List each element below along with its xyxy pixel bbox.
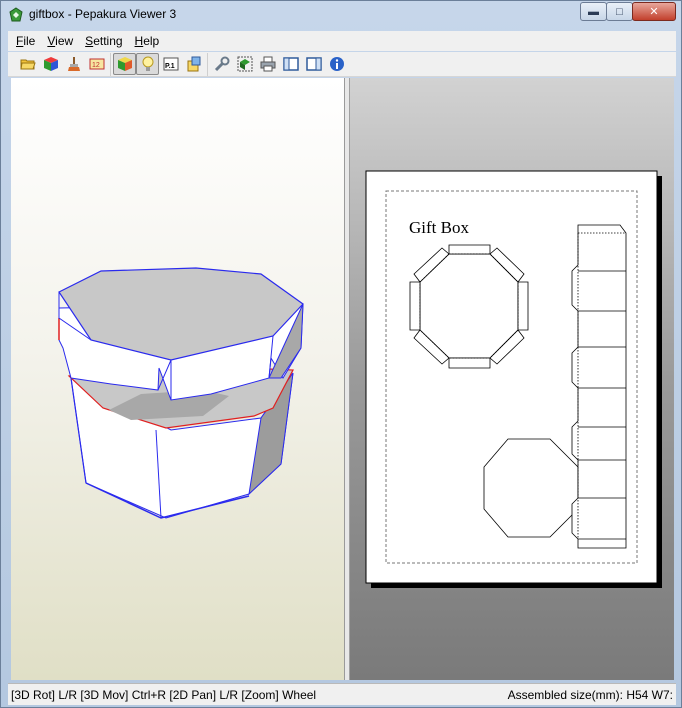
- export-icon: [187, 56, 200, 72]
- single-pane-button[interactable]: [279, 53, 302, 75]
- app-window: giftbox - Pepakura Viewer 3 ▬ □ ✕ File V…: [0, 0, 682, 708]
- lid-part: [409, 244, 529, 369]
- menu-file[interactable]: File: [10, 34, 41, 48]
- menu-setting[interactable]: Setting: [79, 34, 128, 48]
- 3d-view-pane[interactable]: [11, 78, 345, 680]
- 3d-view-toggle[interactable]: [113, 53, 136, 75]
- menu-view[interactable]: View: [41, 34, 79, 48]
- 2d-pattern-view[interactable]: Gift Box: [350, 78, 674, 680]
- maximize-icon: □: [616, 5, 623, 18]
- info-icon: [329, 57, 344, 71]
- pepakura-app-icon: [9, 7, 23, 22]
- menu-help[interactable]: Help: [129, 34, 166, 48]
- paint-brush-icon: [67, 57, 80, 71]
- title-bar[interactable]: giftbox - Pepakura Viewer 3 ▬ □ ✕: [1, 1, 681, 29]
- 3d-model-icon: [43, 57, 58, 71]
- wrench-icon: [214, 56, 229, 72]
- page-number-icon: P.1: [163, 57, 178, 71]
- minimize-icon: ▬: [588, 5, 599, 18]
- split-pane-button[interactable]: [302, 53, 325, 75]
- svg-text:12: 12: [92, 62, 100, 69]
- window-title: giftbox - Pepakura Viewer 3: [29, 7, 177, 21]
- page-number-button[interactable]: P.1: [159, 53, 182, 75]
- 2d-pattern-pane[interactable]: Gift Box: [350, 78, 674, 680]
- menu-bar: File View Setting Help: [8, 31, 676, 51]
- paint-button[interactable]: [62, 53, 85, 75]
- bottom-part: [483, 438, 579, 538]
- maximize-button[interactable]: □: [606, 2, 633, 21]
- open-folder-icon: [19, 59, 36, 70]
- 3d-model-view[interactable]: [11, 78, 345, 680]
- ruler-numbering-icon: 12: [89, 58, 104, 70]
- paper-title: Gift Box: [409, 218, 469, 237]
- split-pane-icon: [305, 57, 322, 71]
- light-bulb-icon: [142, 56, 153, 71]
- light-toggle[interactable]: [136, 53, 159, 75]
- status-assembled-size: Assembled size(mm): H54 W7:: [507, 687, 673, 702]
- print-icon: [260, 56, 275, 72]
- toolbar-group-view: P.1: [110, 52, 207, 76]
- open-button[interactable]: [16, 53, 39, 75]
- page-number-label: P.1: [165, 63, 175, 70]
- close-button[interactable]: ✕: [632, 2, 676, 21]
- print-button[interactable]: [256, 53, 279, 75]
- cube-view-icon: [117, 57, 132, 71]
- single-pane-icon: [282, 57, 299, 71]
- numbering-button[interactable]: 12: [85, 53, 108, 75]
- side-strip: [571, 224, 627, 549]
- settings-button[interactable]: [210, 53, 233, 75]
- 2d-3d-icon: [237, 56, 252, 72]
- close-icon: ✕: [649, 6, 659, 18]
- minimize-button[interactable]: ▬: [580, 2, 607, 21]
- status-bar: [3D Rot] L/R [3D Mov] Ctrl+R [2D Pan] L/…: [8, 683, 676, 705]
- toolbar-group-tools: [207, 52, 350, 76]
- toolbar-group-file: 12: [14, 53, 110, 76]
- export-button[interactable]: [182, 53, 205, 75]
- about-button[interactable]: [325, 53, 348, 75]
- caption-buttons: ▬ □ ✕: [580, 2, 676, 21]
- toolbar: 12 P.1: [8, 52, 676, 77]
- status-controls-hint: [3D Rot] L/R [3D Mov] Ctrl+R [2D Pan] L/…: [11, 687, 317, 702]
- 3d-model-button[interactable]: [39, 53, 62, 75]
- 2d-3d-button[interactable]: [233, 53, 256, 75]
